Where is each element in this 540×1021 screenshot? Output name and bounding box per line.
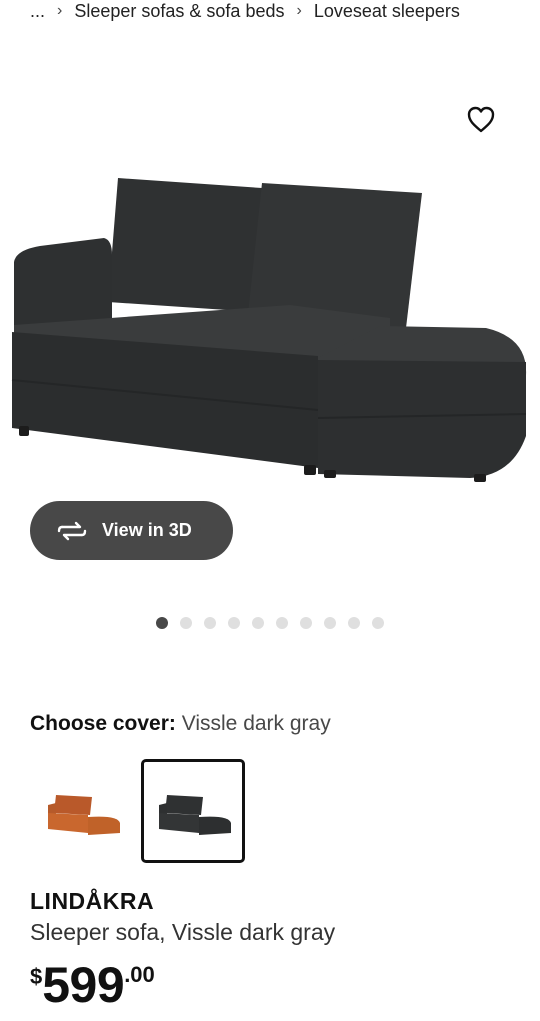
cover-label: Choose cover: [30, 712, 176, 735]
breadcrumb-loveseat-sleepers[interactable]: Loveseat sleepers [314, 1, 460, 22]
carousel-dot[interactable] [300, 617, 312, 629]
carousel-dot[interactable] [324, 617, 336, 629]
price-decimals: .00 [124, 962, 155, 987]
price-currency: $ [30, 964, 43, 989]
chevron-right-icon: › [57, 2, 63, 19]
cover-selector-heading: Choose cover: Vissle dark gray [30, 712, 331, 736]
carousel-dot[interactable] [252, 617, 264, 629]
cover-option-dark-gray[interactable] [141, 759, 245, 863]
breadcrumb-sleeper-sofas[interactable]: Sleeper sofas & sofa beds [74, 1, 284, 22]
sofa-thumbnail-dark-gray [159, 795, 231, 835]
cover-value: Vissle dark gray [181, 712, 331, 735]
carousel-dot[interactable] [156, 617, 168, 629]
chevron-right-icon: › [296, 2, 302, 19]
cover-option-orange[interactable] [30, 759, 134, 863]
carousel-dot[interactable] [204, 617, 216, 629]
sofa-image [11, 178, 527, 482]
carousel-dot[interactable] [180, 617, 192, 629]
rotate-3d-icon [57, 521, 87, 540]
carousel-dot[interactable] [372, 617, 384, 629]
breadcrumb-ellipsis[interactable]: ... [30, 1, 45, 22]
view-in-3d-label: View in 3D [102, 520, 192, 540]
breadcrumb: ... › Sleeper sofas & sofa beds › Lovese… [30, 0, 460, 22]
product-name: LINDÅKRA [30, 888, 155, 914]
carousel-dot[interactable] [228, 617, 240, 629]
sofa-thumbnail-orange [48, 795, 120, 835]
favorite-button[interactable] [466, 105, 496, 133]
price-integer: 599 [42, 957, 125, 1013]
carousel-dot[interactable] [348, 617, 360, 629]
heart-outline-icon [467, 106, 495, 133]
product-description: Sleeper sofa, Vissle dark gray [30, 919, 336, 945]
view-in-3d-button[interactable]: View in 3D [30, 501, 233, 560]
carousel-dots [156, 617, 384, 629]
product-image[interactable] [0, 160, 540, 500]
product-price: $ 599 .00 [30, 955, 155, 1015]
carousel-dot[interactable] [276, 617, 288, 629]
